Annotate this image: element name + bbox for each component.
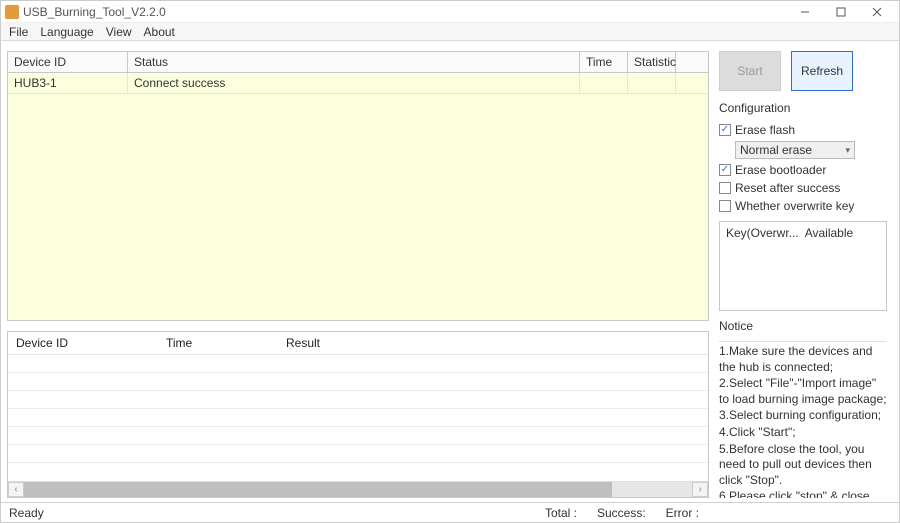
notice-line: 4.Click "Start"; — [719, 425, 887, 441]
table-row[interactable] — [8, 355, 708, 373]
scroll-track[interactable] — [24, 482, 692, 497]
menubar: File Language View About — [1, 23, 899, 41]
status-success: Success: — [593, 506, 650, 520]
erase-bootloader-label: Erase bootloader — [735, 163, 826, 177]
notice-title: Notice — [719, 319, 887, 333]
action-buttons: Start Refresh — [719, 51, 887, 91]
notice-line: 5.Before close the tool, you need to pul… — [719, 442, 887, 489]
th-statistic[interactable]: Statistic — [628, 52, 676, 72]
cell-stat — [628, 73, 676, 93]
key-col2[interactable]: Available — [805, 226, 853, 240]
device-status-table: Device ID Status Time Statistic HUB3-1 C… — [7, 51, 709, 321]
notice-line: 3.Select burning configuration; — [719, 408, 887, 424]
menu-about[interactable]: About — [138, 25, 181, 39]
erase-bootloader-row[interactable]: Erase bootloader — [719, 163, 887, 177]
erase-flash-row[interactable]: Erase flash — [719, 123, 887, 137]
device-status-header: Device ID Status Time Statistic — [8, 52, 708, 73]
overwrite-key-row[interactable]: Whether overwrite key — [719, 199, 887, 213]
menu-file[interactable]: File — [3, 25, 34, 39]
overwrite-key-checkbox[interactable] — [719, 200, 731, 212]
configuration-title: Configuration — [719, 101, 887, 115]
table-row[interactable] — [8, 373, 708, 391]
overwrite-key-label: Whether overwrite key — [735, 199, 854, 213]
minimize-button[interactable] — [787, 1, 823, 23]
status-error: Error : — [662, 506, 703, 520]
notice-line: 6.Please click "stop" & close — [719, 489, 887, 498]
close-button[interactable] — [859, 1, 895, 23]
status-total: Total : — [541, 506, 581, 520]
chevron-down-icon: ▾ — [845, 145, 850, 156]
th-device-id[interactable]: Device ID — [8, 52, 128, 72]
horizontal-scrollbar[interactable]: ‹ › — [8, 481, 708, 497]
key-list: Key(Overwr... Available — [719, 221, 887, 311]
menu-view[interactable]: View — [100, 25, 138, 39]
th-status[interactable]: Status — [128, 52, 580, 72]
status-ready: Ready — [5, 506, 48, 520]
menu-language[interactable]: Language — [34, 25, 99, 39]
key-col1[interactable]: Key(Overwr... — [726, 226, 799, 240]
reset-after-checkbox[interactable] — [719, 182, 731, 194]
th-time[interactable]: Time — [580, 52, 628, 72]
reset-after-row[interactable]: Reset after success — [719, 181, 887, 195]
scroll-thumb[interactable] — [24, 482, 612, 497]
th2-result[interactable]: Result — [286, 336, 700, 350]
erase-bootloader-checkbox[interactable] — [719, 164, 731, 176]
start-button[interactable]: Start — [719, 51, 781, 91]
reset-after-label: Reset after success — [735, 181, 840, 195]
table-row[interactable] — [8, 445, 708, 463]
erase-flash-label: Erase flash — [735, 123, 795, 137]
configuration-group: Erase flash Normal erase ▾ Erase bootloa… — [719, 123, 887, 213]
cell-device-id: HUB3-1 — [8, 73, 128, 93]
left-column: Device ID Status Time Statistic HUB3-1 C… — [7, 51, 709, 498]
th2-device-id[interactable]: Device ID — [16, 336, 166, 350]
table-row[interactable] — [8, 391, 708, 409]
window-title: USB_Burning_Tool_V2.2.0 — [23, 5, 166, 19]
cell-time — [580, 73, 628, 93]
scroll-right-arrow-icon[interactable]: › — [692, 482, 708, 497]
right-panel: Start Refresh Configuration Erase flash … — [719, 51, 887, 498]
notice-body: 1.Make sure the devices and the hub is c… — [719, 341, 887, 498]
erase-flash-checkbox[interactable] — [719, 124, 731, 136]
notice-line: 2.Select "File"-"Import image" to load b… — [719, 376, 887, 407]
result-table: Device ID Time Result ‹ › — [7, 331, 709, 498]
table-row[interactable] — [8, 409, 708, 427]
table-row[interactable]: HUB3-1 Connect success — [8, 73, 708, 94]
result-header: Device ID Time Result — [8, 332, 708, 355]
erase-mode-value: Normal erase — [740, 143, 812, 157]
notice-line: 1.Make sure the devices and the hub is c… — [719, 344, 887, 375]
titlebar: USB_Burning_Tool_V2.2.0 — [1, 1, 899, 23]
th2-time[interactable]: Time — [166, 336, 286, 350]
maximize-button[interactable] — [823, 1, 859, 23]
th-blank — [676, 52, 708, 72]
refresh-button[interactable]: Refresh — [791, 51, 853, 91]
scroll-left-arrow-icon[interactable]: ‹ — [8, 482, 24, 497]
statusbar: Ready Total : Success: Error : — [1, 502, 899, 522]
app-icon — [5, 5, 19, 19]
content-area: Device ID Status Time Statistic HUB3-1 C… — [1, 41, 899, 502]
table-row[interactable] — [8, 427, 708, 445]
cell-status: Connect success — [128, 73, 580, 93]
result-body — [8, 355, 708, 481]
device-status-body: HUB3-1 Connect success — [8, 73, 708, 320]
erase-mode-select[interactable]: Normal erase ▾ — [735, 141, 855, 159]
